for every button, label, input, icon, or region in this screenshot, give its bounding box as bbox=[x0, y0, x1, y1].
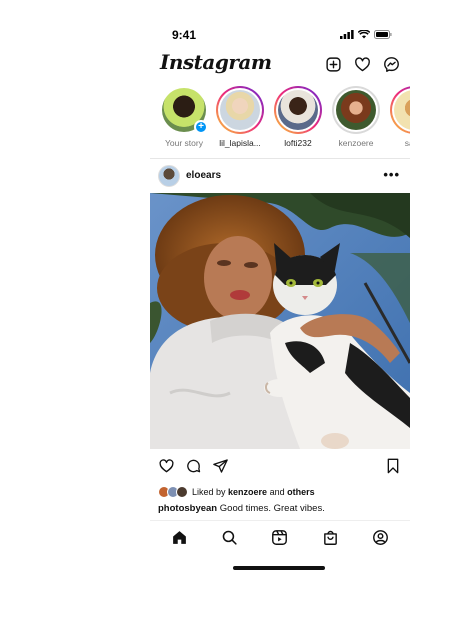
stories-tray: + Your story lil_lapisla... lofti232 ken… bbox=[150, 86, 410, 158]
reels-icon[interactable] bbox=[271, 529, 288, 546]
story-ring bbox=[332, 86, 380, 134]
story-item-sapp[interactable]: sapp bbox=[386, 86, 410, 148]
battery-icon bbox=[374, 30, 392, 39]
stories-divider bbox=[150, 158, 410, 159]
avatar bbox=[176, 486, 188, 498]
more-options-icon[interactable]: ••• bbox=[383, 167, 400, 182]
story-label: sapp bbox=[404, 138, 410, 148]
caption-text: Good times. Great vibes. bbox=[219, 503, 325, 514]
header-actions bbox=[325, 56, 400, 73]
like-heart-icon[interactable] bbox=[158, 458, 175, 474]
wifi-icon bbox=[358, 30, 370, 39]
home-icon[interactable] bbox=[171, 529, 188, 546]
story-label: lofti232 bbox=[284, 138, 312, 148]
post-avatar[interactable] bbox=[158, 165, 180, 187]
post-actions bbox=[150, 456, 410, 478]
liked-by-user[interactable]: kenzoere bbox=[228, 487, 267, 497]
home-indicator[interactable] bbox=[233, 566, 325, 570]
share-icon[interactable] bbox=[212, 458, 229, 474]
story-item-lil-lapisla[interactable]: lil_lapisla... bbox=[212, 86, 268, 148]
liked-by-and: and bbox=[269, 487, 285, 497]
comment-icon[interactable] bbox=[185, 458, 202, 474]
shop-icon[interactable] bbox=[322, 529, 339, 546]
avatar bbox=[278, 90, 318, 130]
post-header: eloears ••• bbox=[150, 163, 410, 193]
avatar bbox=[336, 90, 376, 130]
caption-username[interactable]: photosbyean bbox=[158, 503, 217, 514]
nav-divider bbox=[150, 520, 410, 521]
heart-icon[interactable] bbox=[354, 56, 371, 73]
app-header: Instagram bbox=[150, 50, 410, 80]
story-label: Your story bbox=[165, 138, 203, 148]
post-username[interactable]: eloears bbox=[186, 170, 221, 181]
story-label: kenzoere bbox=[338, 138, 374, 148]
story-ring bbox=[274, 86, 322, 134]
profile-icon[interactable] bbox=[372, 529, 389, 546]
bottom-nav bbox=[150, 525, 410, 549]
post-action-group bbox=[158, 458, 229, 474]
story-ring bbox=[216, 86, 264, 134]
status-bar: 9:41 bbox=[150, 28, 410, 44]
bookmark-icon[interactable] bbox=[386, 458, 400, 474]
post-caption: photosbyean Good times. Great vibes. bbox=[158, 503, 325, 514]
phone-screen: 9:41 Instagram + Your story lil_lapisla.… bbox=[150, 20, 410, 580]
story-item-your-story[interactable]: + Your story bbox=[156, 86, 212, 148]
story-label: lil_lapisla... bbox=[219, 138, 261, 148]
instagram-logo: Instagram bbox=[160, 50, 272, 74]
status-icons bbox=[340, 30, 392, 39]
liked-by-row[interactable]: Liked by kenzoere and others bbox=[158, 485, 315, 499]
liked-by-others[interactable]: others bbox=[287, 487, 315, 497]
post-photo[interactable] bbox=[150, 193, 410, 449]
story-item-kenzoere[interactable]: kenzoere bbox=[328, 86, 384, 148]
story-ring bbox=[390, 86, 410, 134]
story-item-lofti232[interactable]: lofti232 bbox=[270, 86, 326, 148]
post-image bbox=[150, 193, 410, 449]
avatar bbox=[394, 90, 410, 130]
avatar bbox=[220, 90, 260, 130]
messenger-icon[interactable] bbox=[383, 56, 400, 73]
search-icon[interactable] bbox=[221, 529, 238, 546]
new-post-icon[interactable] bbox=[325, 56, 342, 73]
liked-avatars bbox=[158, 486, 188, 498]
add-story-icon[interactable]: + bbox=[194, 120, 208, 134]
liked-by-prefix: Liked by bbox=[192, 487, 226, 497]
status-time: 9:41 bbox=[172, 28, 197, 42]
signal-icon bbox=[340, 30, 354, 39]
